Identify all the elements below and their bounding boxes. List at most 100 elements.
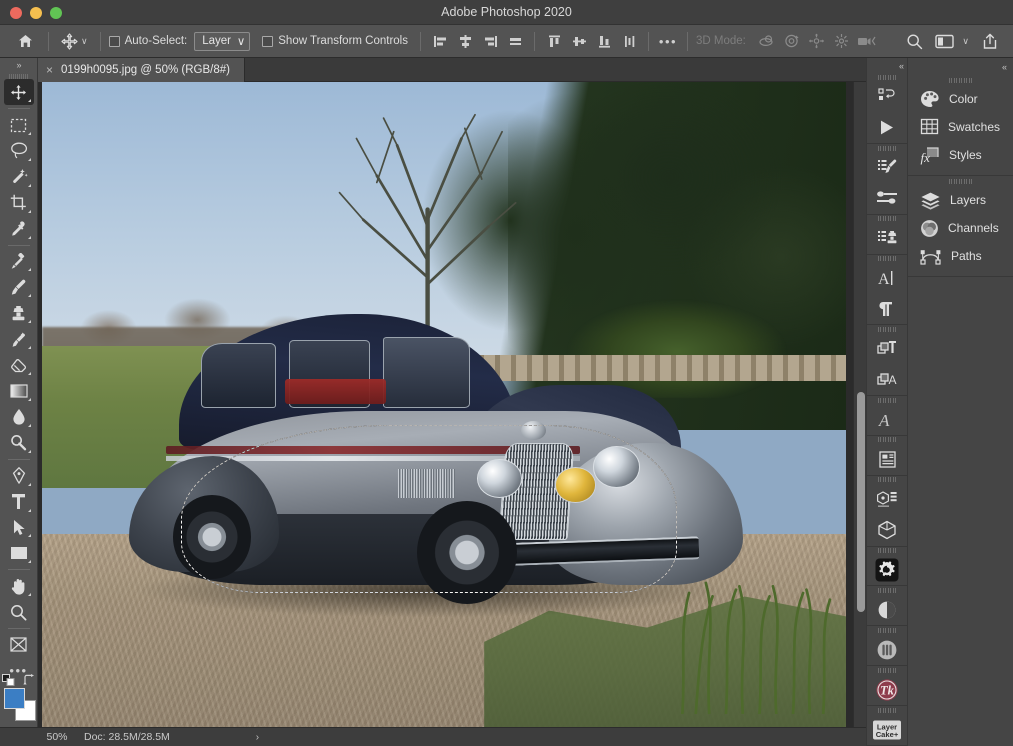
- type-tool[interactable]: [4, 489, 34, 515]
- paragraph-styles-panel-button[interactable]: A: [866, 364, 908, 395]
- paragraph-panel-button[interactable]: [866, 294, 908, 325]
- paths-panel-row[interactable]: Paths: [908, 242, 1013, 270]
- edit-toolbar-button[interactable]: [4, 632, 34, 658]
- zoom-tool[interactable]: [4, 599, 34, 625]
- brush-tool[interactable]: [4, 274, 34, 300]
- gradient-tool[interactable]: [4, 378, 34, 404]
- auto-select-checkbox[interactable]: [109, 36, 120, 47]
- rail-grip[interactable]: [866, 255, 908, 263]
- plugin-gear-panel-button[interactable]: [866, 555, 908, 586]
- auto-select-option[interactable]: Auto-Select: Layer ∨: [109, 25, 251, 58]
- crop-tool[interactable]: [4, 190, 34, 216]
- align-right-edges-button[interactable]: [479, 30, 501, 52]
- rail-grip[interactable]: [866, 396, 908, 404]
- hand-tool[interactable]: [4, 573, 34, 599]
- swap-colors-icon[interactable]: [23, 674, 36, 686]
- rail-grip[interactable]: [866, 706, 908, 714]
- foreground-color-swatch[interactable]: [4, 688, 25, 709]
- rail-grip[interactable]: [866, 476, 908, 484]
- share-button[interactable]: [979, 30, 1001, 52]
- dock-collapse-button[interactable]: «: [908, 58, 1013, 75]
- rail-grip[interactable]: [866, 73, 908, 81]
- styles-panel-row[interactable]: fx Styles: [908, 141, 1013, 169]
- character-panel-button[interactable]: A: [866, 263, 908, 294]
- status-doc-info-group[interactable]: Doc: 28.5M/28.5M ›: [84, 731, 259, 743]
- home-button[interactable]: [10, 25, 40, 58]
- more-align-options-button[interactable]: •••: [657, 30, 679, 52]
- pan-3d-button[interactable]: [806, 30, 828, 52]
- document-tab[interactable]: × 0199h0095.jpg @ 50% (RGB/8#): [38, 58, 245, 82]
- canvas-vertical-scrollbar[interactable]: [853, 82, 866, 727]
- three-d-cube-panel-button[interactable]: [866, 515, 908, 546]
- maximize-window-button[interactable]: [50, 7, 62, 19]
- distribute-vertical-centers-button[interactable]: [568, 30, 590, 52]
- dock-grip[interactable]: [908, 176, 1013, 186]
- rectangular-marquee-tool[interactable]: [4, 112, 34, 138]
- blur-tool[interactable]: [4, 404, 34, 430]
- rail-grip[interactable]: [866, 325, 908, 333]
- rail-grip[interactable]: [866, 144, 908, 152]
- character-styles-panel-button[interactable]: [866, 334, 908, 365]
- layer-cake-panel-button[interactable]: Layer Cake+: [866, 714, 908, 745]
- color-panel-row[interactable]: Color: [908, 85, 1013, 113]
- healing-brush-tool[interactable]: [4, 249, 34, 275]
- rail-grip[interactable]: [866, 666, 908, 674]
- eraser-tool[interactable]: [4, 352, 34, 378]
- canvas-area[interactable]: [38, 82, 866, 727]
- orbit-3d-button[interactable]: [756, 30, 778, 52]
- vertical-scroll-thumb[interactable]: [857, 392, 865, 612]
- columns-panel-button[interactable]: [866, 634, 908, 665]
- distribute-horizontal-centers-button[interactable]: [618, 30, 640, 52]
- rail-grip[interactable]: [866, 626, 908, 634]
- pen-tool[interactable]: [4, 463, 34, 489]
- actions-panel-button[interactable]: [866, 112, 908, 143]
- eyedropper-tool[interactable]: [4, 216, 34, 242]
- rail-grip[interactable]: [866, 215, 908, 223]
- adjustments-panel-button[interactable]: [866, 595, 908, 626]
- rail-grip[interactable]: [866, 586, 908, 594]
- close-window-button[interactable]: [10, 7, 22, 19]
- brushes-panel-button[interactable]: [866, 152, 908, 183]
- zoom-3d-camera-button[interactable]: [856, 30, 878, 52]
- roll-3d-button[interactable]: [781, 30, 803, 52]
- align-left-edges-button[interactable]: [429, 30, 451, 52]
- history-panel-button[interactable]: [866, 82, 908, 113]
- three-d-panel-button[interactable]: [866, 484, 908, 515]
- glyphs-panel-button[interactable]: A: [866, 404, 908, 435]
- layers-panel-row[interactable]: Layers: [908, 186, 1013, 214]
- show-transform-option[interactable]: Show Transform Controls: [262, 25, 408, 58]
- notes-panel-button[interactable]: [866, 444, 908, 475]
- clone-stamp-tool[interactable]: [4, 300, 34, 326]
- close-icon[interactable]: ×: [46, 64, 53, 76]
- brush-settings-panel-button[interactable]: [866, 183, 908, 214]
- rail-grip[interactable]: [866, 546, 908, 554]
- distribute-bottom-edges-button[interactable]: [593, 30, 615, 52]
- align-bottom-edges-button[interactable]: [504, 30, 526, 52]
- clone-source-panel-button[interactable]: [866, 223, 908, 254]
- rail-grip[interactable]: [866, 436, 908, 444]
- toolbar-collapse-button[interactable]: »: [0, 58, 38, 73]
- status-expand-arrow-icon[interactable]: ›: [256, 732, 259, 743]
- default-colors-icon[interactable]: [2, 674, 16, 686]
- align-horizontal-centers-button[interactable]: [454, 30, 476, 52]
- lasso-tool[interactable]: [4, 138, 34, 164]
- dodge-tool[interactable]: [4, 430, 34, 456]
- status-zoom-level[interactable]: 50%: [0, 731, 74, 743]
- show-transform-checkbox[interactable]: [262, 36, 273, 47]
- auto-select-scope-dropdown[interactable]: Layer ∨: [194, 32, 250, 51]
- slide-3d-button[interactable]: [831, 30, 853, 52]
- path-selection-tool[interactable]: [4, 515, 34, 541]
- swatches-panel-row[interactable]: Swatches: [908, 113, 1013, 141]
- minimize-window-button[interactable]: [30, 7, 42, 19]
- move-tool[interactable]: [4, 79, 34, 105]
- distribute-top-edges-button[interactable]: [543, 30, 565, 52]
- quick-selection-tool[interactable]: [4, 164, 34, 190]
- search-button[interactable]: [903, 30, 925, 52]
- channels-panel-row[interactable]: Channels: [908, 214, 1013, 242]
- workspace-switcher-button[interactable]: ∨: [935, 30, 969, 52]
- tool-preset-picker[interactable]: ∨: [57, 25, 92, 58]
- dock-grip[interactable]: [908, 75, 1013, 85]
- rail-collapse-button[interactable]: «: [866, 58, 908, 73]
- history-brush-tool[interactable]: [4, 326, 34, 352]
- rectangle-tool[interactable]: [4, 540, 34, 566]
